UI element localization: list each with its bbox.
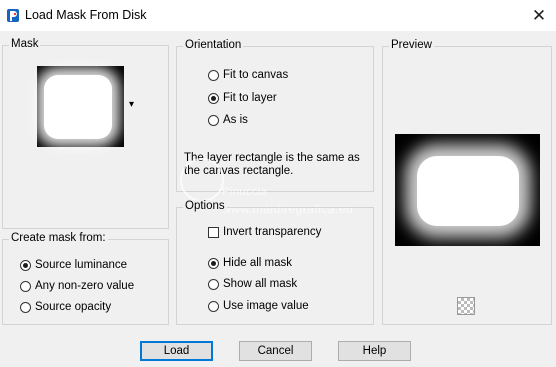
watermark-logo-icon [180, 158, 224, 202]
options-group-label: Options [183, 200, 227, 212]
radio-button-icon [208, 300, 219, 312]
radio-label: Source luminance [35, 259, 128, 271]
radio-button-icon [20, 301, 31, 313]
radio-label: Show all mask [223, 278, 298, 290]
radio-label: Use image value [223, 300, 309, 312]
radio-label: Fit to canvas [223, 69, 289, 81]
radio-button-icon [208, 257, 219, 269]
orientation-group-label: Orientation [183, 39, 244, 51]
radio-show-all-mask[interactable]: Show all mask [208, 278, 297, 290]
checkbox-icon [208, 226, 219, 238]
radio-button-icon [20, 259, 31, 271]
radio-button-icon [208, 278, 219, 290]
help-button[interactable]: Help [338, 341, 411, 361]
radio-button-icon [208, 92, 219, 104]
radio-fit-to-canvas[interactable]: Fit to canvas [208, 69, 288, 81]
preview-group-label: Preview [389, 39, 434, 51]
radio-button-icon [20, 280, 31, 292]
radio-button-icon [208, 114, 219, 126]
radio-fit-to-layer[interactable]: Fit to layer [208, 92, 277, 104]
mask-group-label: Mask [9, 38, 41, 50]
radio-label: Any non-zero value [35, 280, 135, 292]
radio-source-opacity[interactable]: Source opacity [20, 301, 111, 313]
watermark-name: Pinuccia [222, 186, 268, 198]
radio-button-icon [208, 69, 219, 81]
radio-label: Hide all mask [223, 257, 293, 269]
transparency-toggle-icon[interactable] [457, 297, 475, 315]
window-title: Load Mask From Disk [25, 8, 147, 22]
radio-use-image-value[interactable]: Use image value [208, 300, 309, 312]
radio-source-luminance[interactable]: Source luminance [20, 259, 127, 271]
radio-hide-all-mask[interactable]: Hide all mask [208, 257, 292, 269]
radio-as-is[interactable]: As is [208, 114, 248, 126]
close-button[interactable]: ✕ [527, 5, 551, 27]
preview-image [395, 134, 540, 246]
radio-any-non-zero[interactable]: Any non-zero value [20, 280, 134, 292]
create-mask-group-label: Create mask from: [9, 232, 108, 244]
mask-thumbnail[interactable] [37, 66, 124, 147]
checkbox-label: Invert transparency [223, 226, 322, 238]
paint-shop-icon [7, 9, 19, 22]
radio-label: As is [223, 114, 248, 126]
load-button[interactable]: Load [140, 341, 213, 361]
radio-label: Fit to layer [223, 92, 277, 104]
cancel-button[interactable]: Cancel [239, 341, 312, 361]
checkbox-invert-transparency[interactable]: Invert transparency [208, 226, 321, 238]
chevron-down-icon[interactable]: ▾ [129, 99, 134, 110]
radio-label: Source opacity [35, 301, 112, 313]
